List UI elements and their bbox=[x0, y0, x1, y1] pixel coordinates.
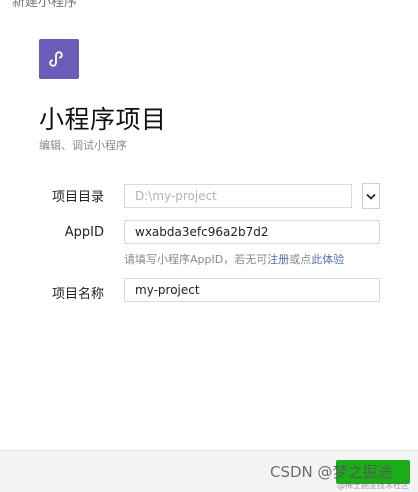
new-project-window: 新建小程序 小程序项目 编辑、调试小程序 项目目录 AppID 请填写小程序Ap… bbox=[0, 0, 418, 492]
chevron-down-icon bbox=[366, 193, 376, 200]
page-title: 小程序项目 bbox=[39, 105, 167, 134]
page-subtitle: 编辑、调试小程序 bbox=[39, 139, 127, 152]
project-dir-input[interactable] bbox=[124, 184, 352, 208]
juejin-watermark: @稀土掘金技术社区 bbox=[337, 481, 409, 490]
project-name-input[interactable] bbox=[124, 278, 380, 302]
mini-program-symbol-icon bbox=[49, 51, 63, 67]
appid-hint-middle: 或点 bbox=[289, 253, 312, 266]
window-title: 新建小程序 bbox=[12, 0, 78, 8]
trial-link[interactable]: 此体验 bbox=[311, 253, 344, 266]
project-dir-dropdown-button[interactable] bbox=[362, 183, 380, 209]
register-link[interactable]: 注册 bbox=[267, 253, 289, 266]
appid-hint-text: 请填写小程序AppID，若无可 bbox=[124, 253, 268, 266]
mini-program-logo-icon bbox=[39, 39, 79, 79]
project-dir-label: 项目目录 bbox=[51, 190, 104, 205]
appid-label: AppID bbox=[64, 225, 104, 240]
project-name-label: 项目名称 bbox=[51, 287, 104, 302]
title-bar: 新建小程序 bbox=[0, 0, 418, 8]
appid-input[interactable] bbox=[124, 220, 380, 244]
csdn-watermark: CSDN @梦之掘途 bbox=[270, 463, 393, 481]
appid-hint: 请填写小程序AppID，若无可注册或点此体验 bbox=[124, 251, 344, 267]
